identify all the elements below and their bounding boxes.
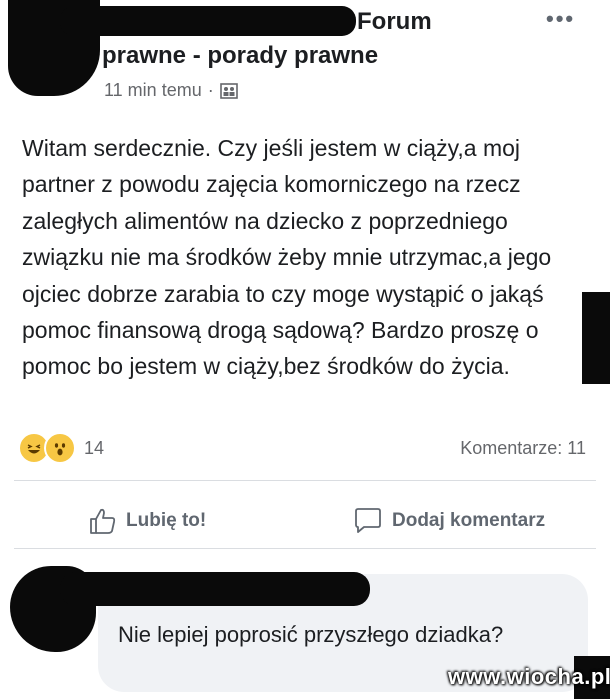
- redacted-commenter-name: [60, 572, 370, 606]
- add-comment-label: Dodaj komentarz: [392, 510, 546, 531]
- group-name-line1[interactable]: Forum: [357, 8, 432, 36]
- reaction-count: 14: [84, 437, 105, 458]
- redacted-edge-block: [582, 292, 610, 384]
- comment-text: Nie lepiej poprosić przyszłego dziadka?: [118, 622, 504, 647]
- redacted-author-name: [60, 6, 356, 36]
- comment-bubble-icon: [355, 508, 381, 533]
- more-dots-icon[interactable]: •••: [546, 6, 575, 32]
- watermark: www.wiocha.pl: [448, 664, 610, 689]
- like-button[interactable]: Lubię to!: [88, 506, 206, 536]
- post-timestamp[interactable]: 11 min temu: [104, 80, 202, 101]
- like-label: Lubię to!: [126, 510, 207, 531]
- meta-separator: ·: [207, 80, 214, 100]
- divider-bottom: [14, 548, 596, 549]
- comment-count[interactable]: Komentarze: 11: [460, 438, 586, 459]
- wow-icon: [44, 432, 76, 464]
- group-name-line2[interactable]: prawne - porady prawne: [102, 42, 378, 70]
- post-header: Forum prawne - porady prawne 11 min temu…: [0, 0, 610, 110]
- group-icon: [219, 82, 238, 99]
- add-comment-button[interactable]: Dodaj komentarz: [352, 506, 545, 536]
- post-meta: 11 min temu ·: [104, 80, 238, 101]
- divider-top: [14, 480, 596, 481]
- reaction-summary[interactable]: 14: [18, 432, 104, 464]
- thumbs-up-icon: [90, 508, 116, 534]
- post-body: Witam serdecznie. Czy jeśli jestem w cią…: [22, 135, 552, 380]
